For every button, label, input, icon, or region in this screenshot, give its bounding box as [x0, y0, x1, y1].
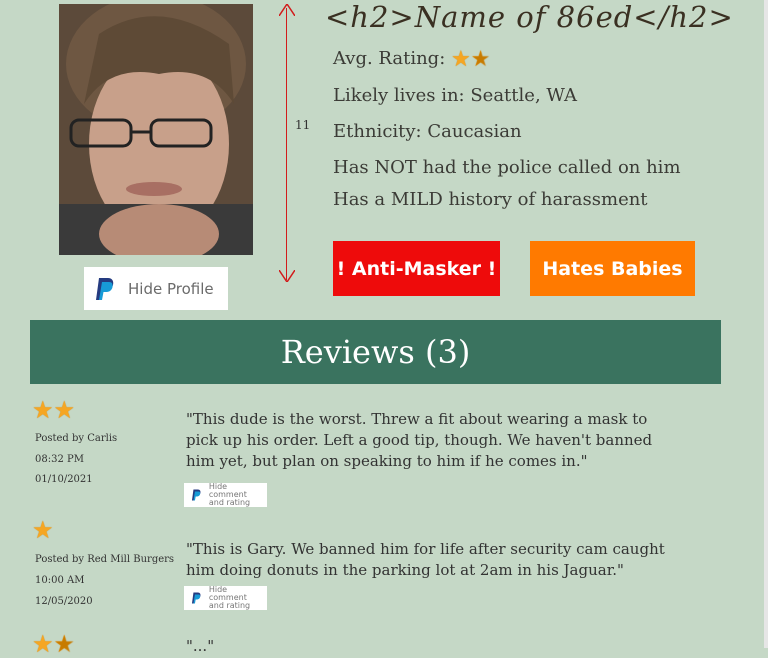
star-icon: ★: [451, 47, 471, 72]
hide-comment-button[interactable]: Hide comment and rating: [184, 483, 267, 507]
police-text: Has NOT had the police called on him: [333, 157, 681, 178]
hide-profile-button[interactable]: Hide Profile: [84, 267, 228, 310]
review-date: 12/05/2020: [35, 596, 93, 607]
hide-profile-label: Hide Profile: [128, 279, 214, 298]
paypal-icon: [191, 489, 201, 501]
review-time: 08:32 PM: [35, 454, 84, 465]
location-text: Likely lives in: Seattle, WA: [333, 85, 577, 106]
half-star-icon: ★: [53, 630, 76, 658]
review-date: 01/10/2021: [35, 474, 93, 485]
harassment-text: Has a MILD history of harassment: [333, 189, 648, 210]
review-rating: ★★: [32, 630, 75, 658]
review-text: "...": [186, 637, 215, 655]
paypal-icon: [96, 277, 114, 300]
paypal-icon: [191, 592, 201, 604]
arrow-down-icon: [279, 270, 295, 282]
review-rating: ★: [32, 516, 54, 544]
page-title: <h2>Name of 86ed</h2>: [325, 0, 734, 34]
hide-comment-button[interactable]: Hide comment and rating: [184, 586, 267, 610]
anti-masker-badge: ! Anti-Masker !: [333, 241, 500, 296]
review-rating: ★★: [32, 396, 75, 424]
review-author: Posted by Carlis: [35, 433, 118, 444]
avg-rating-label: Avg. Rating:: [333, 48, 446, 69]
arrow-up-icon: [279, 4, 295, 16]
star-icon: ★: [32, 630, 54, 658]
half-star-icon: ★: [470, 47, 491, 72]
star-icon: ★: [32, 516, 54, 544]
dimension-label: 11: [295, 118, 311, 132]
review-author: Posted by Red Mill Burgers: [35, 554, 175, 565]
review-text: "This is Gary. We banned him for life af…: [186, 540, 665, 579]
review-time: 10:00 AM: [35, 575, 85, 586]
hates-babies-badge: Hates Babies: [530, 241, 695, 296]
scrollbar[interactable]: [764, 0, 768, 648]
avg-rating: Avg. Rating: ★★: [333, 47, 490, 72]
dimension-arrow: [286, 8, 287, 280]
hide-comment-label: Hide comment and rating: [208, 585, 251, 610]
star-icon: ★: [53, 396, 76, 424]
ethnicity-text: Ethnicity: Caucasian: [333, 121, 522, 142]
review-text: "This dude is the worst. Threw a fit abo…: [186, 410, 653, 470]
hide-comment-label: Hide comment and rating: [208, 482, 251, 507]
profile-photo: [59, 4, 253, 255]
reviews-header: Reviews (3): [30, 320, 721, 384]
star-icon: ★: [32, 396, 54, 424]
